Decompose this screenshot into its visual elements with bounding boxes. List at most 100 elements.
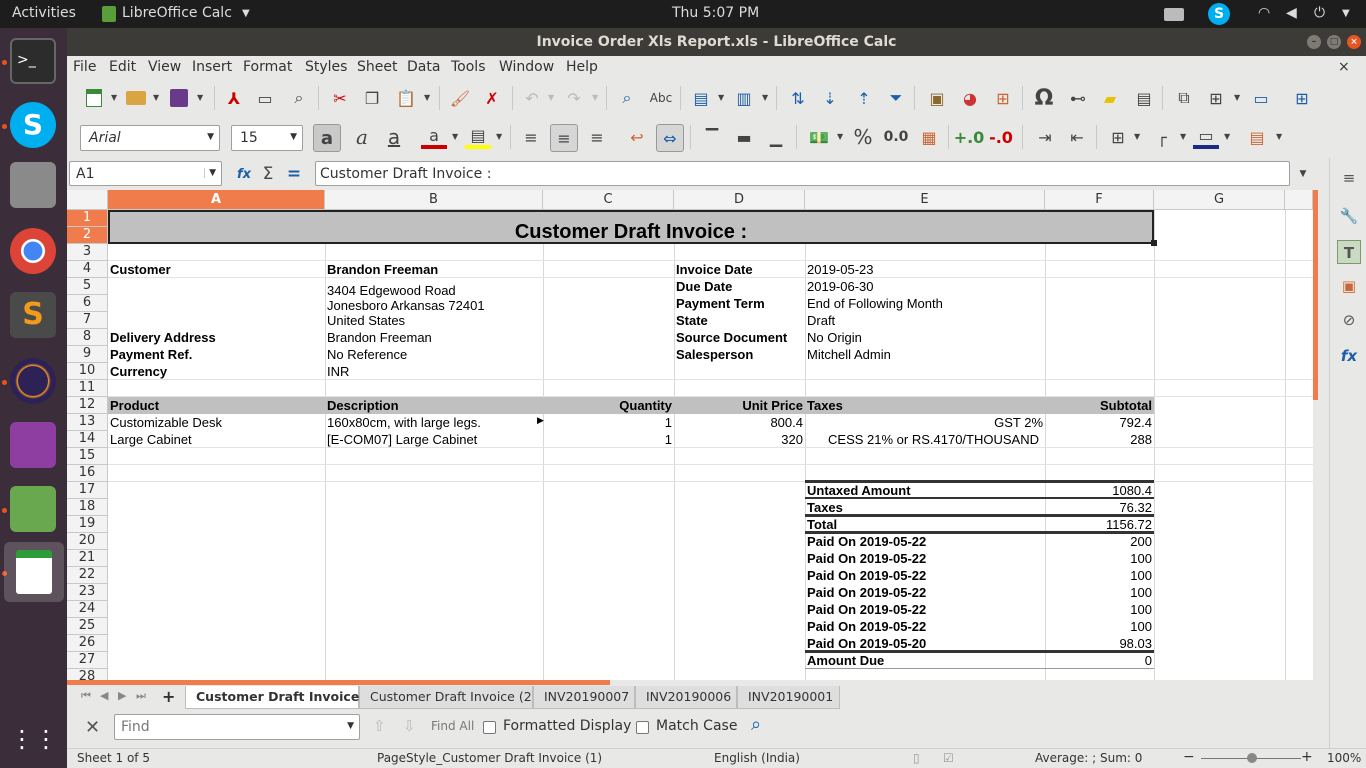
freeze-rows-columns-icon[interactable]: ⊞	[1204, 86, 1228, 110]
hyperlink-icon[interactable]: ⊷	[1066, 86, 1090, 110]
image-viewer-icon[interactable]	[10, 486, 56, 532]
paste-dropdown-icon[interactable]: ▼	[424, 86, 430, 110]
find-replace-dialog-icon[interactable]: ⌕	[751, 714, 761, 735]
align-middle-icon[interactable]: ▬	[732, 125, 756, 149]
zoom-slider-thumb[interactable]	[1247, 753, 1257, 763]
freeze-dropdown-icon[interactable]: ▼	[1234, 86, 1240, 110]
find-replace-icon[interactable]: ⌕	[615, 86, 639, 110]
highlighting-color-icon[interactable]: ▤	[465, 125, 491, 149]
comment-icon[interactable]: ▰	[1098, 86, 1122, 110]
save-dropdown-icon[interactable]: ▼	[197, 86, 203, 110]
row-dropdown-icon[interactable]: ▼	[718, 86, 724, 110]
menu-sheet[interactable]: Sheet	[357, 59, 397, 75]
date-format-icon[interactable]: ▦	[916, 125, 942, 149]
system-menu-chevron-icon[interactable]: ▼	[1342, 8, 1350, 19]
find-all-button[interactable]: Find All	[431, 719, 474, 733]
column-header-g[interactable]: G	[1154, 190, 1285, 210]
currency-dropdown-icon[interactable]: ▼	[837, 125, 843, 149]
menu-tools[interactable]: Tools	[451, 59, 486, 75]
row-header[interactable]: 27	[67, 652, 108, 669]
column-dropdown-icon[interactable]: ▼	[762, 86, 768, 110]
row-header[interactable]: 24	[67, 601, 108, 618]
add-sheet-icon[interactable]: +	[162, 687, 175, 706]
zoom-in-icon[interactable]: +	[1301, 749, 1313, 765]
column-header-e[interactable]: E	[805, 190, 1045, 210]
find-next-icon[interactable]: ⇩	[403, 717, 416, 735]
app-menu[interactable]: LibreOffice Calc	[122, 5, 232, 21]
paste-icon[interactable]: 📋	[394, 86, 418, 110]
close-document-icon[interactable]: ×	[1338, 59, 1350, 75]
percent-format-icon[interactable]: %	[850, 125, 876, 149]
properties-wrench-icon[interactable]: 🔧	[1337, 204, 1361, 228]
decrease-indent-icon[interactable]: ⇤	[1064, 125, 1090, 149]
row-header[interactable]: 7	[67, 312, 108, 329]
skype-icon[interactable]: S	[10, 102, 56, 148]
menu-help[interactable]: Help	[566, 59, 598, 75]
border-color-icon[interactable]: ▭	[1193, 125, 1219, 149]
activities-button[interactable]: Activities	[12, 5, 76, 21]
row-header[interactable]: 19	[67, 516, 108, 533]
header-footer-icon[interactable]: ▤	[1132, 86, 1156, 110]
row-header[interactable]: 12	[67, 397, 108, 414]
align-left-icon[interactable]: ≡	[518, 125, 544, 149]
column-header-b[interactable]: B	[325, 190, 543, 210]
print-icon[interactable]: ▭	[253, 86, 277, 110]
sheet-tab[interactable]: INV20190006	[635, 686, 737, 709]
spelling-icon[interactable]: Abc	[648, 86, 674, 110]
spreadsheet-grid[interactable]: A B C D E F G 1 2 3 4 5 6 7 8 9 10 11 12…	[67, 190, 1313, 680]
font-name-box[interactable]: Arial ▼	[80, 125, 220, 151]
fill-handle[interactable]	[1151, 240, 1157, 246]
autofilter-icon[interactable]: ⏷	[884, 86, 908, 110]
row-header[interactable]: 25	[67, 618, 108, 635]
menu-insert[interactable]: Insert	[192, 59, 232, 75]
borders-icon[interactable]: ⊞	[1106, 125, 1130, 149]
document-modified-icon[interactable]: ☑	[943, 751, 954, 765]
row-header[interactable]: 11	[67, 380, 108, 397]
maximize-icon[interactable]: □	[1327, 35, 1341, 49]
row-header[interactable]: 18	[67, 499, 108, 516]
column-header-c[interactable]: C	[543, 190, 674, 210]
new-document-icon[interactable]	[82, 86, 106, 110]
align-center-icon[interactable]: ≡	[550, 124, 578, 152]
row-header[interactable]: 15	[67, 448, 108, 465]
undo-dropdown-icon[interactable]: ▼	[548, 86, 554, 110]
sidebar-menu-icon[interactable]: ≡	[1337, 166, 1361, 190]
language[interactable]: English (India)	[714, 751, 800, 765]
redo-dropdown-icon[interactable]: ▼	[592, 86, 598, 110]
font-color-dropdown-icon[interactable]: ▼	[452, 125, 458, 149]
number-format-icon[interactable]: 0.0	[882, 125, 910, 149]
border-style-icon[interactable]: ┌	[1150, 125, 1174, 149]
font-size-box[interactable]: 15 ▼	[231, 125, 303, 151]
column-header-f[interactable]: F	[1045, 190, 1154, 210]
copy-icon[interactable]: ❐	[360, 86, 384, 110]
row-header[interactable]: 20	[67, 533, 108, 550]
row-header[interactable]: 28	[67, 669, 108, 680]
row-header[interactable]: 6	[67, 295, 108, 312]
sheet-tab[interactable]: Customer Draft Invoice (2)	[359, 686, 537, 709]
align-right-icon[interactable]: ≡	[584, 125, 610, 149]
borders-dropdown-icon[interactable]: ▼	[1134, 125, 1140, 149]
row-header[interactable]: 22	[67, 567, 108, 584]
clock[interactable]: Thu 5:07 PM	[672, 5, 759, 21]
files-icon[interactable]	[10, 162, 56, 208]
italic-button[interactable]: a	[349, 125, 375, 149]
sublime-text-icon[interactable]: S	[10, 292, 56, 338]
redo-icon[interactable]: ↷	[562, 86, 586, 110]
row-header[interactable]: 26	[67, 635, 108, 652]
navigator-icon[interactable]: ⊘	[1337, 308, 1361, 332]
styles-icon[interactable]: T	[1337, 240, 1361, 264]
add-decimal-icon[interactable]: +.0	[954, 125, 985, 149]
conditional-format-icon[interactable]: ▤	[1244, 125, 1270, 149]
skype-tray-icon[interactable]: S	[1208, 3, 1230, 25]
row-header[interactable]: 17	[67, 482, 108, 499]
find-previous-icon[interactable]: ⇧	[373, 717, 386, 735]
functions-icon[interactable]: fx	[1337, 344, 1361, 368]
row-header[interactable]: 21	[67, 550, 108, 567]
row-header[interactable]: 9	[67, 346, 108, 363]
close-find-icon[interactable]: ✕	[85, 717, 100, 738]
highlighting-dropdown-icon[interactable]: ▼	[496, 125, 502, 149]
conditional-dropdown-icon[interactable]: ▼	[1276, 125, 1282, 149]
sort-ascending-icon[interactable]: ⇣	[818, 86, 842, 110]
new-dropdown-icon[interactable]: ▼	[111, 86, 117, 110]
underline-button[interactable]: a	[381, 125, 407, 149]
